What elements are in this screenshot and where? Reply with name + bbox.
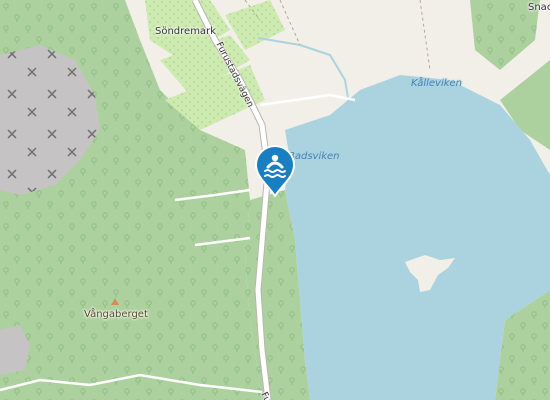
place-label-sondremark: Söndremark	[155, 26, 216, 37]
map-canvas[interactable]: Söndremark Snack Furustadsvägen Fu Kålle…	[0, 0, 550, 400]
place-label-snack: Snack	[528, 2, 550, 13]
water-label-kalleviken: Kålleviken	[411, 78, 463, 89]
map-base-layer	[0, 0, 550, 400]
peak-label-vangaberget: Vångaberget	[84, 309, 148, 320]
swimming-location-marker[interactable]	[254, 145, 296, 198]
swimming-icon	[254, 145, 296, 198]
